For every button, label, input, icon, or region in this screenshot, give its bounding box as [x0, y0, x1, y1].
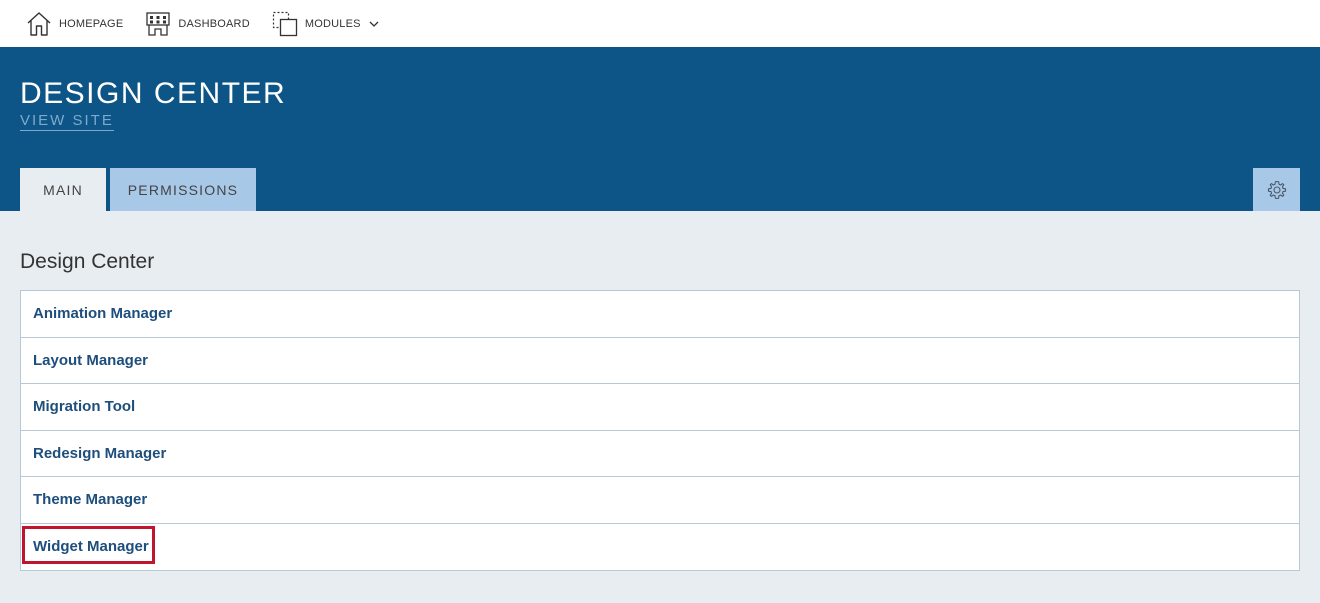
list-item[interactable]: Migration Tool — [21, 384, 1299, 431]
gear-icon — [1267, 180, 1286, 199]
dashboard-icon — [146, 11, 171, 36]
top-navigation: HOMEPAGE DASHBOARD MODULES — [0, 0, 1320, 47]
list-item[interactable]: Animation Manager — [21, 291, 1299, 338]
dashboard-link[interactable]: DASHBOARD — [145, 11, 250, 37]
layout-manager-link[interactable]: Layout Manager — [33, 352, 148, 369]
migration-tool-link[interactable]: Migration Tool — [33, 398, 135, 415]
tools-list: Animation Manager Layout Manager Migrati… — [20, 290, 1300, 571]
homepage-link[interactable]: HOMEPAGE — [26, 11, 123, 37]
page-header: DESIGN CENTER VIEW SITE MAIN PERMISSIONS — [0, 47, 1320, 211]
animation-manager-link[interactable]: Animation Manager — [33, 305, 172, 322]
modules-label: MODULES — [304, 17, 361, 30]
list-item[interactable]: Theme Manager — [21, 477, 1299, 524]
list-item[interactable]: Layout Manager — [21, 338, 1299, 384]
homepage-label: HOMEPAGE — [59, 17, 124, 30]
page-title: DESIGN CENTER — [20, 77, 287, 110]
section-title: Design Center — [20, 250, 155, 273]
list-item[interactable]: Redesign Manager — [21, 431, 1299, 477]
redesign-manager-link[interactable]: Redesign Manager — [33, 445, 166, 462]
chevron-down-icon[interactable] — [369, 20, 379, 28]
view-site-link[interactable]: VIEW SITE — [20, 112, 114, 131]
theme-manager-link[interactable]: Theme Manager — [33, 491, 147, 508]
modules-icon — [272, 11, 297, 36]
tab-permissions[interactable]: PERMISSIONS — [110, 168, 256, 211]
list-item[interactable]: Widget Manager — [21, 524, 1299, 571]
modules-menu[interactable]: MODULES — [272, 11, 379, 37]
dashboard-label: DASHBOARD — [178, 17, 250, 30]
settings-button[interactable] — [1253, 168, 1300, 211]
widget-manager-link[interactable]: Widget Manager — [33, 538, 149, 555]
home-icon — [27, 11, 51, 36]
tab-main[interactable]: MAIN — [20, 168, 106, 211]
